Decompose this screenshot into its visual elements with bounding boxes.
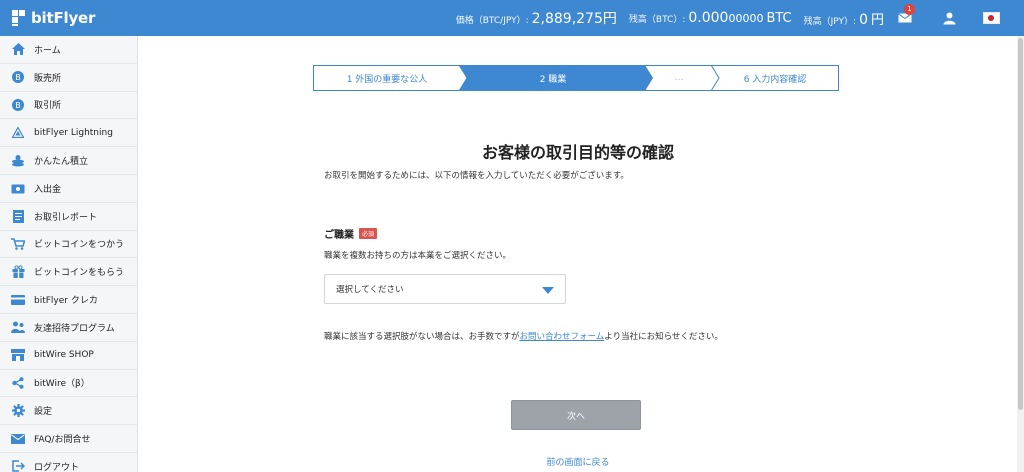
btc-balance-value: 0.00000000 bbox=[688, 10, 764, 26]
mail-button[interactable]: 1 bbox=[892, 0, 918, 36]
gift-icon bbox=[11, 265, 25, 279]
next-button[interactable]: 次へ bbox=[511, 400, 641, 430]
account-button[interactable] bbox=[937, 0, 961, 36]
page-scrollbar[interactable] bbox=[1017, 36, 1024, 472]
sidebar-item-deposit-withdraw[interactable]: 入出金 bbox=[0, 175, 137, 203]
sidebar-item-label: bitFlyer Lightning bbox=[34, 127, 113, 138]
scrollbar-thumb[interactable] bbox=[1018, 38, 1023, 410]
sidebar-item-label: bitWire SHOP bbox=[34, 350, 94, 361]
bitflyer-logo[interactable]: bitFlyer bbox=[12, 9, 95, 27]
report-icon bbox=[11, 209, 25, 223]
notification-badge: 1 bbox=[904, 4, 915, 15]
svg-text:B: B bbox=[15, 101, 21, 110]
occupation-note: 職業に該当する選択肢がない場合は、お手数ですがお問い合わせフォームより当社にお知… bbox=[324, 332, 723, 342]
sidebar-item-label: 販売所 bbox=[34, 73, 62, 84]
btc-balance-unit: BTC bbox=[766, 11, 792, 26]
sidebar-item-referral[interactable]: 友達招待プログラム bbox=[0, 314, 137, 342]
back-link-text[interactable]: 前の画面に戻る bbox=[546, 458, 609, 468]
wallet-icon bbox=[11, 181, 25, 195]
sidebar-item-label: ホーム bbox=[34, 45, 61, 56]
occupation-select[interactable]: 選択してください bbox=[324, 274, 566, 304]
coin-stack-icon bbox=[11, 154, 25, 168]
price-stat: 価格（BTC/JPY）: 2,889,275 円 bbox=[456, 8, 617, 28]
main-content: 1 外国の重要な公人 2 職業 … 6 入力内容確認 お客様の取引目的等の確認 … bbox=[139, 36, 1017, 472]
sidebar-item-get-bitcoin[interactable]: ビットコインをもらう bbox=[0, 258, 137, 287]
svg-text:B: B bbox=[15, 73, 21, 82]
bitcoin-coin-icon: B bbox=[11, 98, 25, 112]
price-value: 2,889,275 bbox=[531, 11, 603, 27]
page-description: お取引を開始するためには、以下の情報を入力していただく必要がございます。 bbox=[324, 171, 629, 181]
header-stats: 価格（BTC/JPY）: 2,889,275 円 残高（BTC）: 0.0000… bbox=[444, 0, 884, 36]
sidebar-item-label: bitFlyer クレカ bbox=[34, 296, 98, 307]
back-link: 前の画面に戻る bbox=[139, 455, 1017, 468]
occupation-label: ご職業 必須 bbox=[324, 226, 378, 241]
sidebar-item-sales-office[interactable]: B 販売所 bbox=[0, 64, 137, 92]
btc-balance-label: 残高（BTC）: bbox=[628, 15, 686, 25]
sidebar-item-trade-report[interactable]: お取引レポート bbox=[0, 203, 137, 231]
share-icon bbox=[11, 376, 25, 390]
sidebar-item-label: ビットコインをもらう bbox=[34, 268, 125, 279]
home-icon bbox=[11, 42, 25, 56]
required-badge: 必須 bbox=[359, 228, 378, 239]
bitflyer-logo-mark-icon bbox=[12, 10, 26, 26]
sidebar-item-label: 取引所 bbox=[34, 101, 62, 112]
price-unit: 円 bbox=[602, 11, 617, 27]
japan-flag-icon bbox=[982, 12, 1000, 24]
gear-icon bbox=[11, 404, 25, 418]
stepper-arrows bbox=[458, 65, 720, 91]
logo-text: bitFlyer bbox=[31, 9, 96, 27]
sidebar-item-label: お取引レポート bbox=[34, 212, 98, 223]
jpy-balance-label: 残高（JPY）: bbox=[803, 16, 857, 27]
lightning-triangle-icon bbox=[11, 126, 25, 140]
sidebar-item-bitwire-beta[interactable]: bitWire（β） bbox=[0, 370, 137, 398]
credit-card-icon bbox=[11, 293, 25, 307]
jpy-balance-unit: 円 bbox=[870, 12, 884, 28]
progress-stepper: 1 外国の重要な公人 2 職業 … 6 入力内容確認 bbox=[313, 65, 839, 91]
jpy-balance-value: 0 bbox=[859, 11, 868, 28]
sidebar-item-logout[interactable]: ログアウト bbox=[0, 453, 137, 472]
jpy-balance-stat: 残高（JPY）: 0 円 bbox=[804, 9, 884, 28]
sidebar-item-bitwire-shop[interactable]: bitWire SHOP bbox=[0, 342, 137, 370]
sidebar-item-label: 友達招待プログラム bbox=[34, 323, 115, 334]
cart-icon bbox=[11, 237, 25, 251]
user-icon bbox=[943, 12, 955, 24]
sidebar-item-label: ログアウト bbox=[34, 462, 80, 472]
sidebar-item-faq-contact[interactable]: FAQ/お問合せ bbox=[0, 425, 137, 453]
occupation-help-text: 職業を複数お持ちの方は本業をご選択ください。 bbox=[324, 251, 512, 261]
language-button[interactable] bbox=[978, 0, 1004, 36]
occupation-select-value: 選択してください bbox=[336, 285, 404, 295]
sidebar-item-label: かんたん積立 bbox=[34, 157, 89, 168]
sidebar-item-use-bitcoin[interactable]: ビットコインをつかう bbox=[0, 231, 137, 259]
page-title: お客様の取引目的等の確認 bbox=[481, 143, 674, 162]
sidebar: ホーム B 販売所 B 取引所 bitFlyer Lightning かんたん積… bbox=[0, 36, 138, 472]
sidebar-item-label: ビットコインをつかう bbox=[34, 240, 125, 251]
price-label: 価格（BTC/JPY）: bbox=[455, 16, 529, 26]
logout-icon bbox=[11, 459, 25, 472]
sidebar-item-label: 設定 bbox=[34, 407, 53, 418]
sidebar-item-label: FAQ/お問合せ bbox=[34, 435, 91, 446]
sidebar-item-easy-savings[interactable]: かんたん積立 bbox=[0, 147, 137, 175]
sidebar-item-exchange[interactable]: B 取引所 bbox=[0, 92, 137, 120]
sidebar-item-lightning[interactable]: bitFlyer Lightning bbox=[0, 119, 137, 148]
sidebar-item-settings[interactable]: 設定 bbox=[0, 397, 137, 426]
friends-icon bbox=[11, 320, 25, 334]
btc-balance-stat: 残高（BTC）: 0.00000000 BTC bbox=[629, 10, 792, 26]
sidebar-item-home[interactable]: ホーム bbox=[0, 36, 137, 64]
contact-form-link[interactable]: お問い合わせフォーム bbox=[520, 332, 605, 342]
bitcoin-coin-icon: B bbox=[11, 70, 25, 84]
sidebar-item-label: 入出金 bbox=[34, 184, 62, 195]
occupation-label-text: ご職業 bbox=[324, 230, 354, 241]
chevron-down-icon bbox=[542, 287, 554, 294]
mail-icon bbox=[11, 432, 25, 446]
shop-icon bbox=[11, 348, 25, 362]
sidebar-item-credit-card[interactable]: bitFlyer クレカ bbox=[0, 286, 137, 314]
sidebar-item-label: bitWire（β） bbox=[34, 379, 90, 390]
top-header: bitFlyer 価格（BTC/JPY）: 2,889,275 円 残高（BTC… bbox=[0, 0, 1024, 36]
